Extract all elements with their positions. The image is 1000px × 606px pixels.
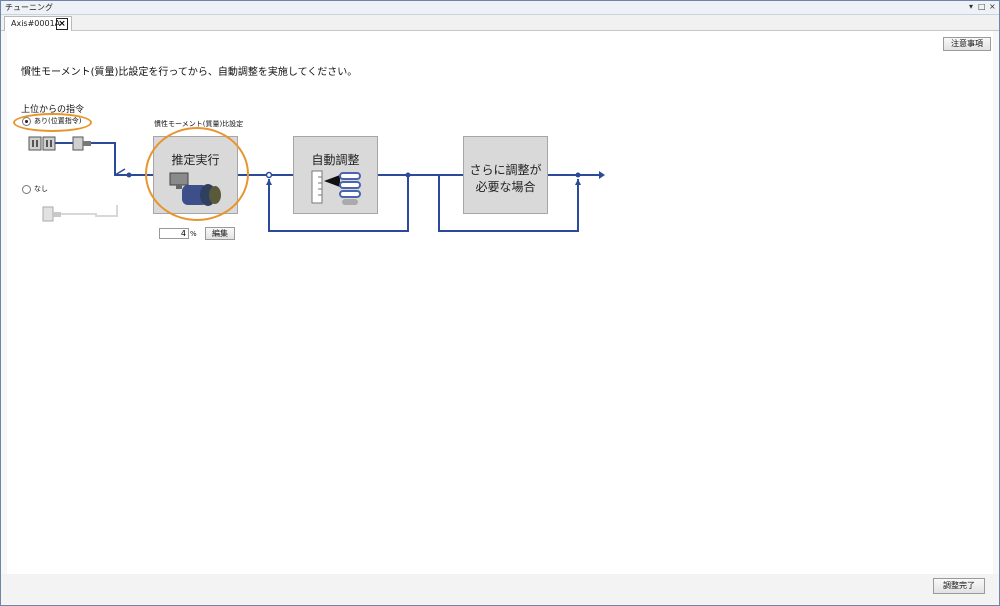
further-tuning-label-1: さらに調整が [469, 163, 542, 177]
dropdown-icon[interactable]: ▾ [969, 2, 973, 11]
finish-tuning-button[interactable]: 調整完了 [933, 578, 985, 594]
footer-bar: 調整完了 [1, 574, 999, 604]
window-title: チューニング [5, 3, 53, 12]
highlight-ring [145, 127, 249, 221]
maximize-icon[interactable]: □ [978, 2, 986, 11]
tab-strip: Axis#0001A × [1, 15, 999, 31]
inertia-unit: % [190, 230, 197, 238]
tab-axis[interactable]: Axis#0001A × [4, 16, 72, 31]
close-icon[interactable]: × [989, 2, 996, 11]
main-panel: 注意事項 慣性モーメント(質量)比設定を行ってから、自動調整を実施してください。… [7, 31, 993, 574]
further-tuning-button[interactable]: さらに調整が 必要な場合 [463, 136, 548, 214]
tab-close-icon[interactable]: × [56, 18, 68, 30]
inertia-ratio-input[interactable]: 4 [159, 228, 189, 239]
further-tuning-label-2: 必要な場合 [475, 180, 536, 194]
edit-button[interactable]: 編集 [205, 227, 235, 240]
auto-tune-button[interactable]: 自動調整 [293, 136, 378, 214]
title-bar: チューニング ▾ □ × [1, 1, 999, 15]
auto-tune-label: 自動調整 [311, 153, 360, 167]
tuning-icon [311, 170, 361, 205]
tuning-window: チューニング ▾ □ × Axis#0001A × 注意事項 慣性モーメント(質… [0, 0, 1000, 606]
tab-label: Axis#0001A [11, 19, 61, 28]
